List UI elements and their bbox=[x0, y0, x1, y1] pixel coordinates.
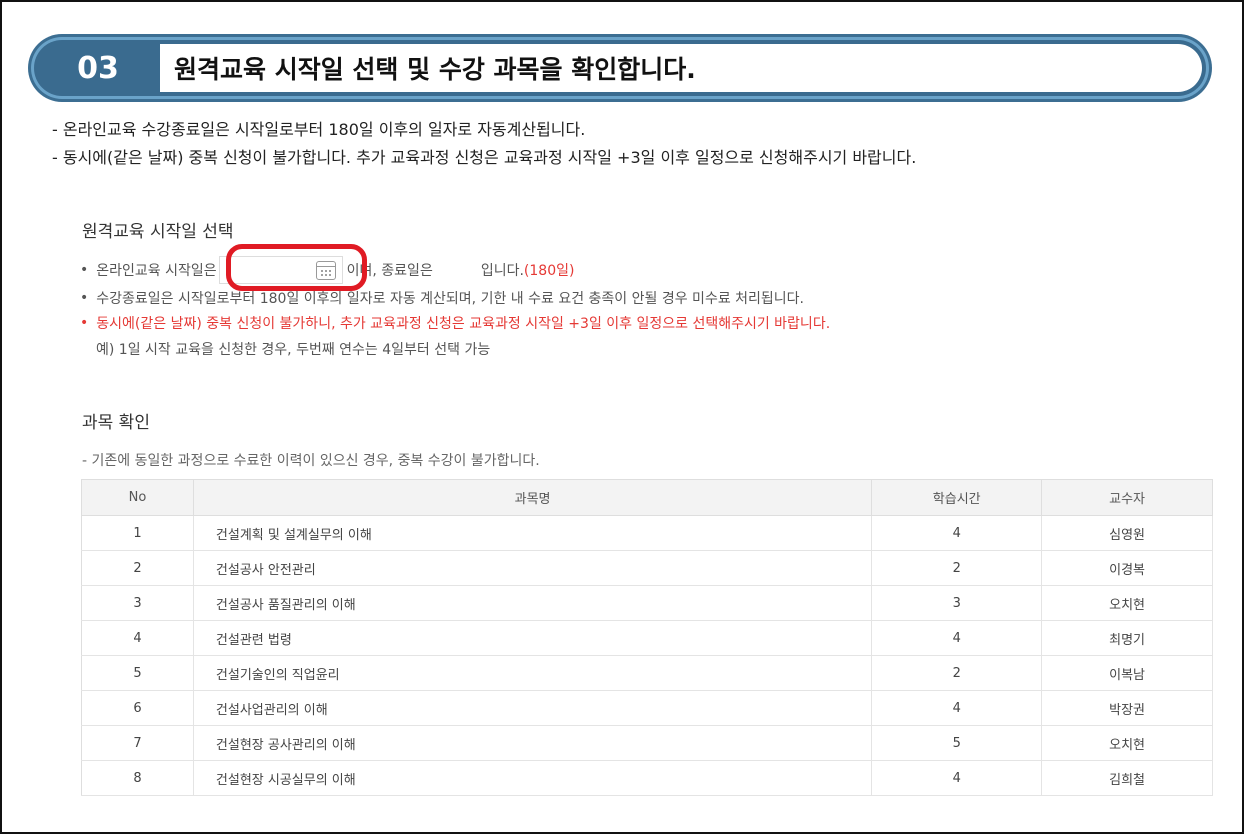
notice-end-date: - 온라인교육 수강종료일은 시작일로부터 180일 이후의 일자로 자동계산됩… bbox=[52, 120, 586, 139]
header-course-name: 과목명 bbox=[192, 479, 873, 516]
header-no: No bbox=[81, 479, 194, 516]
cell-instructor: 이경복 bbox=[1041, 550, 1213, 586]
bullet-dot: • bbox=[80, 262, 89, 278]
cell-instructor: 김희철 bbox=[1041, 760, 1213, 796]
cell-study-hours: 5 bbox=[871, 725, 1043, 761]
table-row: 2 건설공사 안전관리 2 이경복 bbox=[81, 550, 1213, 586]
cell-study-hours: 2 bbox=[871, 655, 1043, 691]
cell-course-name: 건설공사 안전관리 bbox=[192, 550, 873, 586]
step-number: 03 bbox=[77, 50, 119, 86]
start-date-input[interactable] bbox=[218, 256, 343, 284]
cell-study-hours: 4 bbox=[871, 760, 1043, 796]
step-header-inner: 03 원격교육 시작일 선택 및 수강 과목을 확인합니다. bbox=[34, 40, 1206, 96]
duplicate-warning-text: 동시에(같은 날짜) 중복 신청이 불가하니, 추가 교육과정 신청은 교육과정… bbox=[96, 316, 831, 332]
cell-no: 5 bbox=[81, 655, 194, 691]
end-date-suffix: 입니다. bbox=[480, 263, 524, 279]
table-row: 3 건설공사 품질관리의 이해 3 오치현 bbox=[81, 585, 1213, 621]
step-title-box: 원격교육 시작일 선택 및 수강 과목을 확인합니다. bbox=[160, 44, 1202, 92]
start-date-prefix: 온라인교육 시작일은 bbox=[96, 263, 217, 279]
cell-instructor: 최명기 bbox=[1041, 620, 1213, 656]
auto-calc-line: • 수강종료일은 시작일로부터 180일 이후의 일자로 자동 계산되며, 기한… bbox=[80, 288, 804, 308]
step-title: 원격교육 시작일 선택 및 수강 과목을 확인합니다. bbox=[174, 55, 696, 84]
header-study-hours: 학습시간 bbox=[871, 479, 1043, 516]
cell-no: 2 bbox=[81, 550, 194, 586]
cell-course-name: 건설사업관리의 이해 bbox=[192, 690, 873, 726]
start-date-line: • 온라인교육 시작일은 이며, 종료일은 입니다. (180일) bbox=[80, 256, 574, 284]
cell-course-name: 건설기술인의 직업윤리 bbox=[192, 655, 873, 691]
cell-no: 4 bbox=[81, 620, 194, 656]
cell-course-name: 건설현장 공사관리의 이해 bbox=[192, 725, 873, 761]
table-row: 7 건설현장 공사관리의 이해 5 오치현 bbox=[81, 725, 1213, 761]
cell-no: 3 bbox=[81, 585, 194, 621]
cell-no: 7 bbox=[81, 725, 194, 761]
cell-course-name: 건설계획 및 설계실무의 이해 bbox=[192, 515, 873, 551]
table-row: 6 건설사업관리의 이해 4 박장권 bbox=[81, 690, 1213, 726]
table-row: 1 건설계획 및 설계실무의 이해 4 심영원 bbox=[81, 515, 1213, 551]
cell-no: 1 bbox=[81, 515, 194, 551]
cell-study-hours: 4 bbox=[871, 620, 1043, 656]
cell-course-name: 건설관련 법령 bbox=[192, 620, 873, 656]
course-table: No 과목명 학습시간 교수자 1 건설계획 및 설계실무의 이해 4 심영원 2 건설공… bbox=[81, 479, 1213, 796]
start-section-title: 원격교육 시작일 선택 bbox=[82, 222, 234, 242]
cell-instructor: 박장권 bbox=[1041, 690, 1213, 726]
calendar-icon[interactable] bbox=[315, 261, 336, 280]
cell-study-hours: 4 bbox=[871, 515, 1043, 551]
bullet-dot: • bbox=[80, 315, 89, 331]
course-section-title: 과목 확인 bbox=[82, 413, 150, 433]
duplicate-warning-line: • 동시에(같은 날짜) 중복 신청이 불가하니, 추가 교육과정 신청은 교육… bbox=[80, 313, 830, 333]
header-instructor: 교수자 bbox=[1041, 479, 1213, 516]
step-header-ring: 03 원격교육 시작일 선택 및 수강 과목을 확인합니다. bbox=[31, 37, 1209, 99]
cell-course-name: 건설현장 시공실무의 이해 bbox=[192, 760, 873, 796]
cell-instructor: 오치현 bbox=[1041, 725, 1213, 761]
table-header-row: No 과목명 학습시간 교수자 bbox=[81, 479, 1213, 516]
cell-study-hours: 2 bbox=[871, 550, 1043, 586]
table-row: 5 건설기술인의 직업윤리 2 이복남 bbox=[81, 655, 1213, 691]
course-note: - 기존에 동일한 과정으로 수료한 이력이 있으신 경우, 중복 수강이 불가… bbox=[82, 453, 540, 469]
notice-duplicate: - 동시에(같은 날짜) 중복 신청이 불가합니다. 추가 교육과정 신청은 교… bbox=[52, 148, 917, 167]
cell-instructor: 심영원 bbox=[1041, 515, 1213, 551]
cell-instructor: 이복남 bbox=[1041, 655, 1213, 691]
bullet-dot: • bbox=[80, 290, 89, 306]
step-header: 03 원격교육 시작일 선택 및 수강 과목을 확인합니다. bbox=[28, 34, 1212, 102]
end-date-middle: 이며, 종료일은 bbox=[346, 263, 433, 279]
cell-no: 8 bbox=[81, 760, 194, 796]
cell-course-name: 건설공사 품질관리의 이해 bbox=[192, 585, 873, 621]
cell-study-hours: 4 bbox=[871, 690, 1043, 726]
cell-instructor: 오치현 bbox=[1041, 585, 1213, 621]
cell-no: 6 bbox=[81, 690, 194, 726]
auto-calc-text: 수강종료일은 시작일로부터 180일 이후의 일자로 자동 계산되며, 기한 내… bbox=[96, 291, 804, 307]
example-line: 예) 1일 시작 교육을 신청한 경우, 두번째 연수는 4일부터 선택 가능 bbox=[96, 342, 491, 358]
table-row: 4 건설관련 법령 4 최명기 bbox=[81, 620, 1213, 656]
days-label: (180일) bbox=[523, 263, 575, 279]
table-row: 8 건설현장 시공실무의 이해 4 김희철 bbox=[81, 760, 1213, 796]
cell-study-hours: 3 bbox=[871, 585, 1043, 621]
